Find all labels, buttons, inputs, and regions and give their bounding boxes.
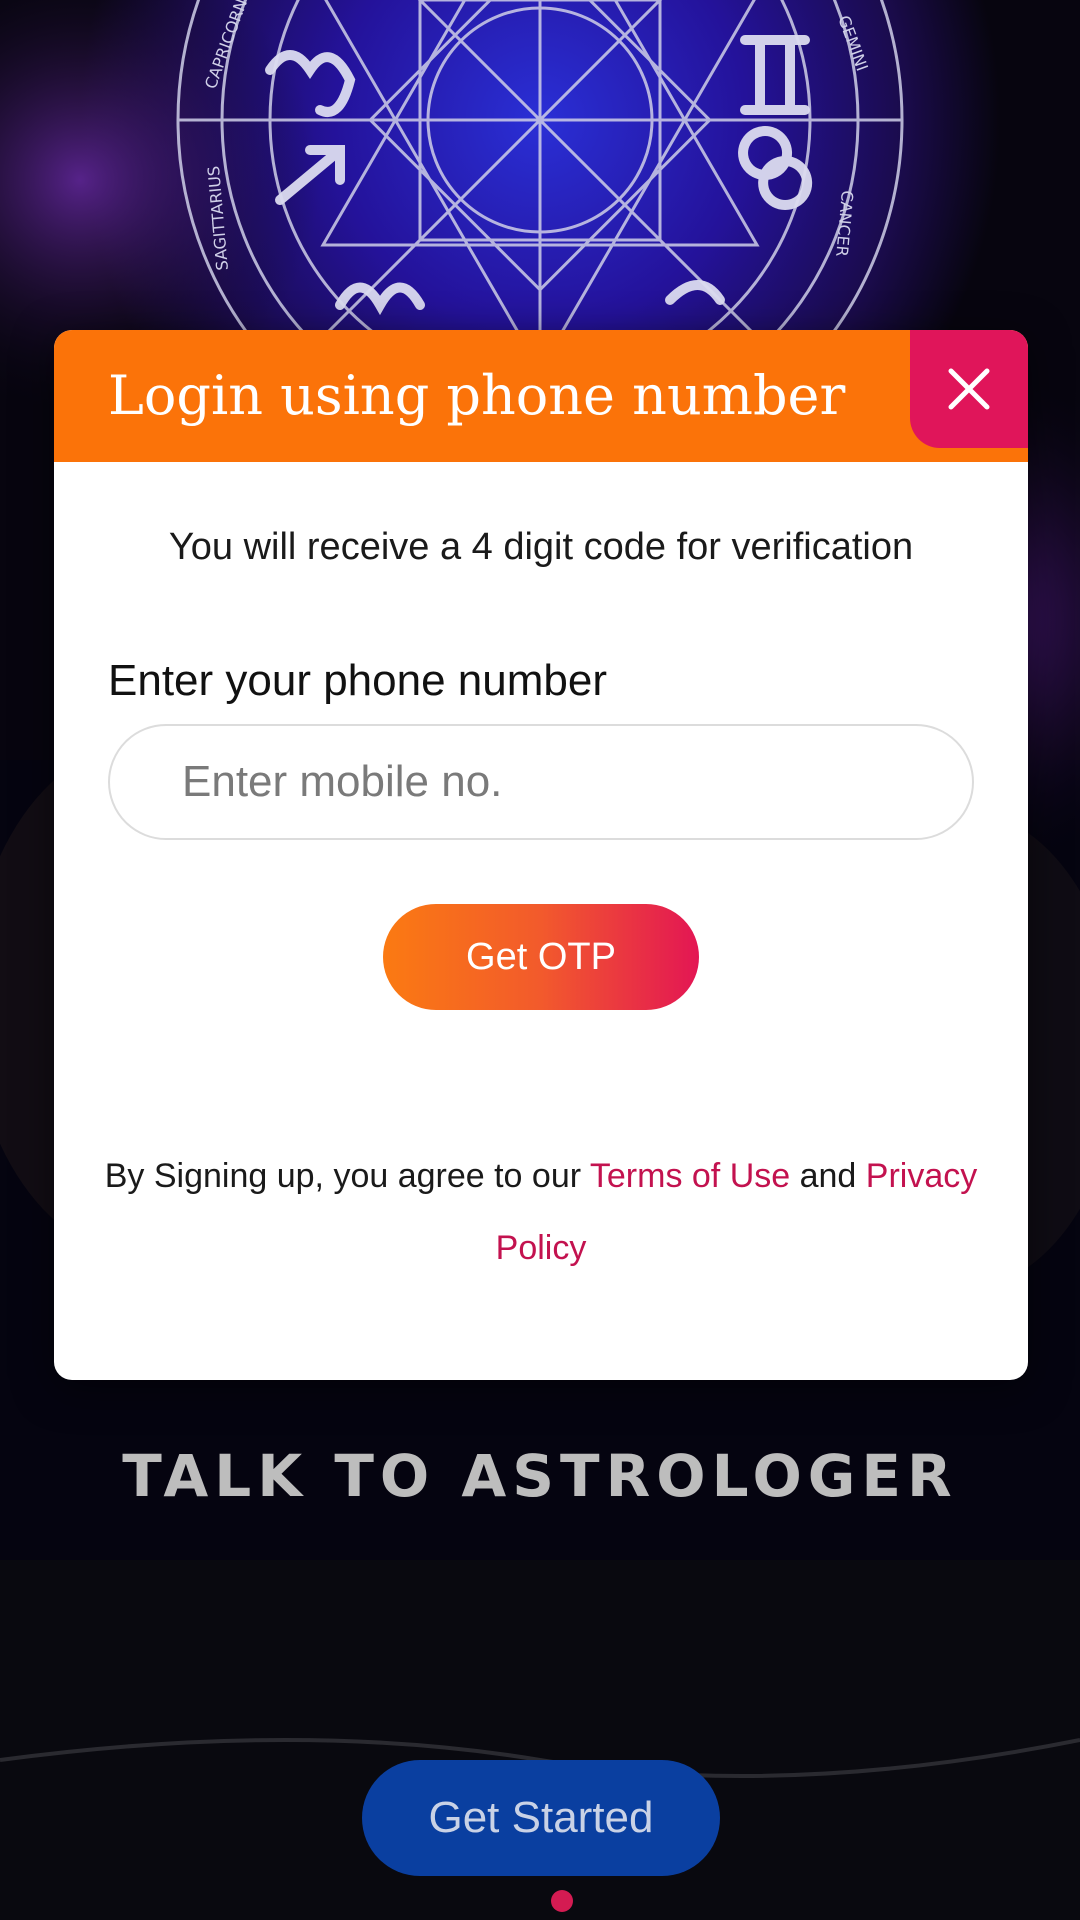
talk-to-astrologer-heading: TALK TO ASTROLOGER [122,1442,958,1510]
get-otp-button[interactable]: Get OTP [383,904,699,1010]
dialog-title: Login using phone number [108,364,846,427]
get-otp-label: Get OTP [466,935,616,978]
close-button[interactable] [910,330,1028,448]
get-started-button[interactable]: Get Started [362,1760,720,1876]
get-started-label: Get Started [428,1793,654,1842]
dialog-header: Login using phone number [54,330,1028,462]
phone-number-input[interactable] [108,724,974,840]
login-screen: CAPRICORN SAGITTARIUS GEMINI CANCER TALK… [0,0,1080,1920]
terms-prefix: By Signing up, you agree to our [104,1157,590,1195]
terms-of-use-link[interactable]: Terms of Use [590,1157,790,1195]
phone-number-label: Enter your phone number [108,656,607,705]
login-dialog: Login using phone number You will receiv… [54,330,1028,1380]
close-icon [948,368,990,410]
verification-info-text: You will receive a 4 digit code for veri… [168,526,914,568]
terms-notice: By Signing up, you agree to our Terms of… [94,1140,988,1284]
pager-dot-active [551,1890,573,1912]
terms-middle: and [790,1157,866,1195]
